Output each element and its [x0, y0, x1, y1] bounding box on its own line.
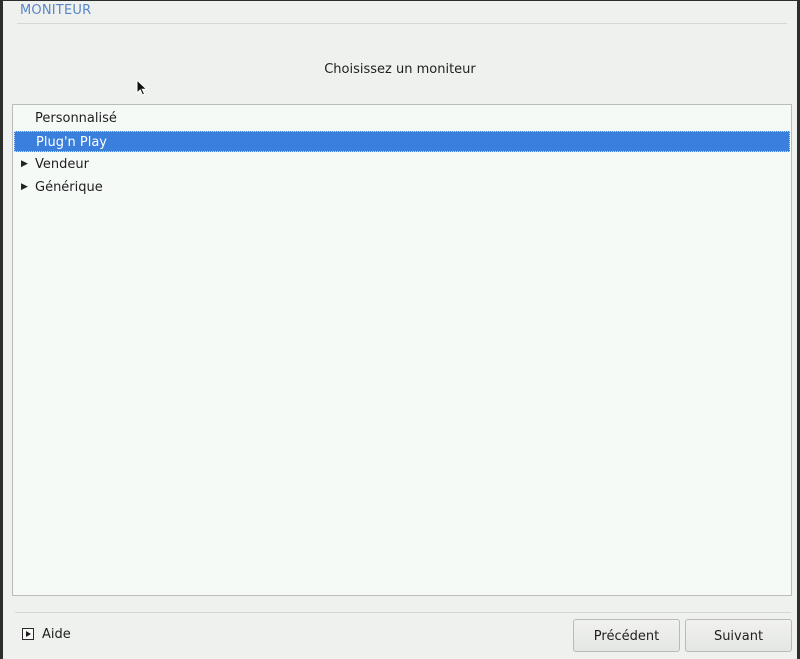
tree-item-vendeur[interactable]: ▶ Vendeur — [14, 154, 790, 175]
monitor-tree: Personnalisé Plug'n Play ▶ Vendeur ▶ Gén… — [12, 104, 792, 596]
tree-item-label: Personnalisé — [35, 111, 117, 126]
tree-item-label: Plug'n Play — [36, 135, 107, 150]
help-label: Aide — [42, 627, 71, 642]
window-title: MONITEUR — [20, 3, 92, 18]
tree-item-label: Vendeur — [35, 157, 89, 172]
tree-item-label: Générique — [35, 180, 103, 195]
title-divider — [17, 23, 787, 24]
page-prompt: Choisissez un moniteur — [324, 62, 476, 77]
tree-item-personnalise[interactable]: Personnalisé — [14, 108, 790, 129]
dialog-window: MONITEUR Choisissez un moniteur Personna… — [0, 0, 800, 659]
expander-triangle-icon[interactable]: ▶ — [21, 155, 28, 174]
footer-divider — [15, 612, 791, 613]
mouse-pointer-icon — [136, 78, 148, 100]
tree-item-generique[interactable]: ▶ Générique — [14, 177, 790, 198]
tree-item-plug-n-play[interactable]: Plug'n Play — [14, 131, 790, 152]
previous-button[interactable]: Précédent — [573, 619, 680, 652]
next-button[interactable]: Suivant — [685, 619, 792, 652]
expand-box-icon — [22, 628, 34, 640]
expander-triangle-icon[interactable]: ▶ — [21, 178, 28, 197]
